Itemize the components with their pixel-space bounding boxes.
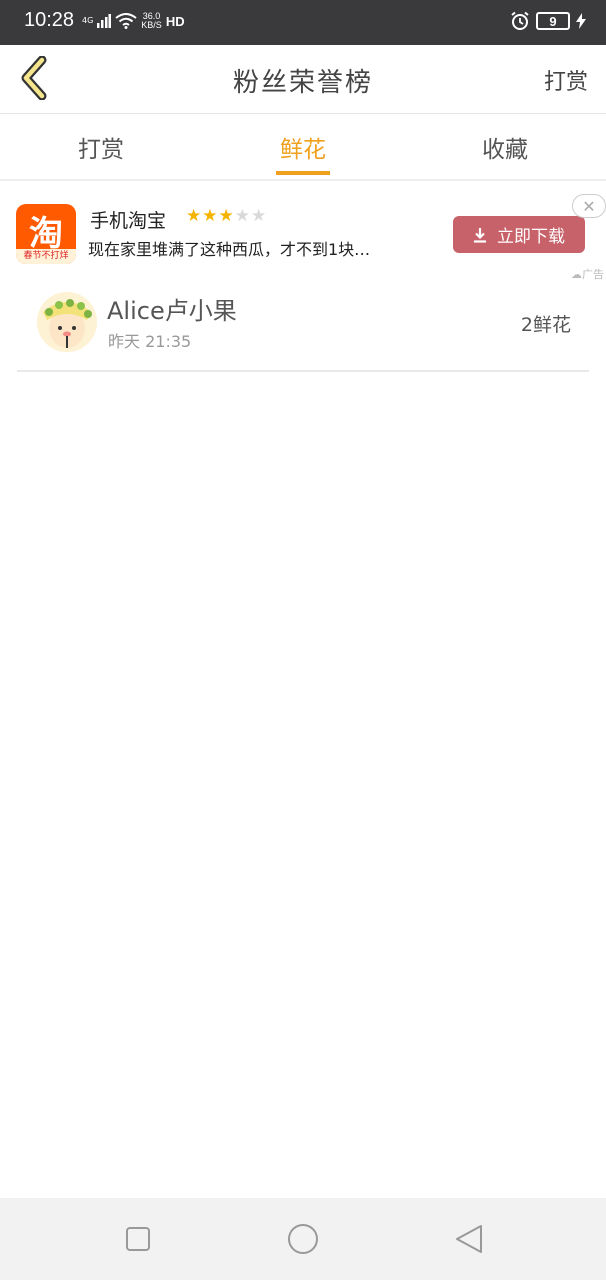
avatar[interactable] — [37, 292, 97, 352]
ad-banner[interactable]: 淘 春节不打烊 手机淘宝 ★★★★★ 现在家里堆满了这种西瓜，才不到1块… 立即… — [0, 190, 606, 282]
ad-description: 现在家里堆满了这种西瓜，才不到1块… — [88, 240, 371, 259]
download-label: 立即下载 — [497, 227, 565, 247]
star-filled-icon: ★ — [202, 206, 219, 226]
circle-icon — [288, 1224, 318, 1254]
network-type: 4G — [82, 16, 94, 25]
status-time: 10:28 — [24, 9, 75, 31]
timestamp: 昨天 21:35 — [108, 332, 192, 351]
tab-label: 打赏 — [78, 137, 124, 163]
user-name: Alice卢小果 — [107, 297, 237, 325]
list-item[interactable]: Alice卢小果 昨天 21:35 2鲜花 — [17, 282, 589, 372]
download-button[interactable]: 立即下载 — [453, 216, 585, 253]
speed-unit: KB/S — [141, 20, 162, 30]
tab-flowers[interactable]: 鲜花 — [202, 115, 404, 179]
status-icons: 4G 36.0 KB/S HD — [82, 12, 185, 30]
page-title: 粉丝荣誉榜 — [232, 68, 373, 98]
rating-stars: ★★★★★ — [186, 206, 267, 226]
download-icon — [474, 227, 486, 243]
ad-app-name: 手机淘宝 — [90, 210, 167, 232]
triangle-back-icon — [456, 1225, 482, 1253]
app-icon-char: 淘 — [29, 214, 63, 254]
square-icon — [126, 1227, 150, 1251]
alarm-icon — [511, 11, 529, 30]
taobao-app-icon: 淘 春节不打烊 — [16, 204, 76, 264]
battery-level: 9 — [549, 13, 557, 29]
ad-close-button[interactable]: ✕ — [572, 194, 606, 218]
avatar-image — [37, 292, 97, 352]
tab-label: 收藏 — [482, 137, 528, 163]
ad-tag-label: 广告 — [582, 268, 604, 281]
active-tab-indicator — [276, 171, 330, 175]
title-bar: 粉丝荣誉榜 打赏 — [0, 45, 606, 114]
star-filled-icon: ★ — [218, 206, 235, 226]
app-icon-subtext: 春节不打烊 — [16, 249, 76, 264]
status-bar: 10:28 4G 36.0 KB/S HD 9 — [0, 0, 606, 45]
home-button[interactable] — [286, 1222, 320, 1256]
tab-favorites[interactable]: 收藏 — [404, 115, 606, 179]
recent-apps-button[interactable] — [121, 1222, 155, 1256]
close-icon: ✕ — [582, 196, 596, 216]
system-nav-bar — [0, 1198, 606, 1280]
star-filled-icon: ★ — [186, 206, 203, 226]
charging-icon — [576, 13, 586, 29]
tab-label: 鲜花 — [280, 137, 326, 163]
back-nav-button[interactable] — [452, 1222, 486, 1256]
tab-bar: 打赏 鲜花 收藏 — [0, 115, 606, 181]
reward-button[interactable]: 打赏 — [544, 64, 588, 96]
star-empty-icon: ★ — [251, 206, 268, 226]
ad-tag: ☁广告 — [571, 266, 604, 282]
status-right: 9 — [510, 11, 586, 31]
flower-count: 2鲜花 — [520, 314, 571, 336]
star-empty-icon: ★ — [234, 206, 251, 226]
cloud-icon: ☁ — [571, 268, 582, 281]
network-speed: 36.0 KB/S — [141, 12, 162, 30]
hd-indicator: HD — [165, 13, 185, 29]
battery-indicator: 9 — [536, 12, 570, 30]
wifi-icon — [115, 13, 137, 29]
tab-reward[interactable]: 打赏 — [0, 115, 202, 179]
signal-icon — [97, 14, 112, 28]
